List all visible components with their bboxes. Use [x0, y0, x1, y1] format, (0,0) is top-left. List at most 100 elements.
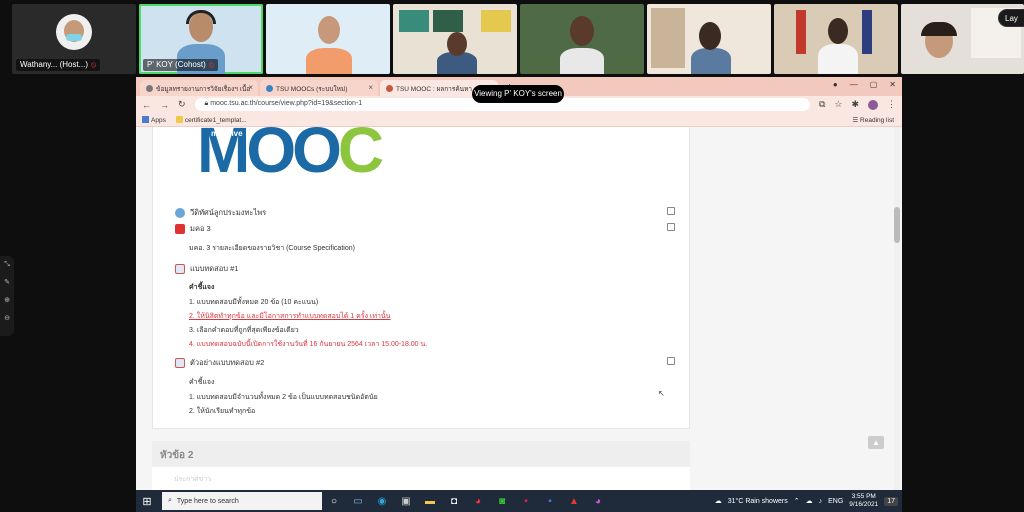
apps-grid-icon: [142, 115, 149, 123]
wall-poster: [399, 10, 429, 32]
pen-icon[interactable]: ✎: [0, 274, 14, 292]
quiz2-heading: คำชี้แจง: [189, 379, 215, 386]
activity-description: มคอ. 3 รายละเอียดของรายวิชา (Course Spec…: [189, 245, 355, 252]
participant-name: Wathany... (Host...) ⦸: [16, 59, 101, 71]
person-head: [699, 22, 721, 50]
notification-badge[interactable]: 17: [884, 496, 898, 506]
bookmark-apps[interactable]: Apps: [142, 115, 166, 124]
forward-icon[interactable]: →: [160, 100, 169, 110]
reading-list-icon: ☰: [852, 116, 861, 124]
widgets-icon[interactable]: ▭: [346, 496, 370, 507]
scroll-to-top-button[interactable]: ▲: [868, 436, 884, 449]
participant-tile[interactable]: [266, 4, 390, 74]
extensions-icon[interactable]: ✱: [851, 99, 859, 110]
volume-icon[interactable]: ♪: [819, 498, 823, 505]
translate-icon[interactable]: ⧉: [819, 99, 825, 110]
mouse-cursor-icon: ↖: [658, 389, 665, 398]
person-body: [818, 44, 858, 74]
pointer-icon[interactable]: ⤡: [0, 256, 14, 274]
participant-tile-active[interactable]: P' KOY (Cohost) ⦸: [139, 4, 263, 74]
bookmarks-bar: Apps certificate1_templat... ☰ Reading l…: [136, 113, 902, 127]
tray-arrow-icon[interactable]: ⌃: [794, 497, 800, 505]
store-icon[interactable]: ▣: [394, 496, 418, 507]
line-app-icon[interactable]: ◙: [490, 496, 514, 507]
browser-tab[interactable]: ข้อมูลทรายงานการวิจัยเรื่องฯ เนื้อ ×: [140, 80, 258, 96]
profile-avatar-icon[interactable]: [868, 99, 878, 110]
menu-icon[interactable]: ⋮: [887, 99, 896, 110]
minimize-icon[interactable]: —: [850, 80, 858, 89]
pdf-icon: [175, 224, 185, 234]
quiz-check-icon: [175, 264, 185, 274]
page-content: MOOC massive online วีดิทัศน์ลูกประมงทะไ…: [136, 127, 902, 490]
zoom-out-icon[interactable]: ⊖: [0, 310, 14, 328]
page-scrollbar[interactable]: [894, 127, 900, 490]
browser-tab[interactable]: TSU MOOCs (ระบบใหม่) ×: [260, 80, 378, 96]
completion-checkbox[interactable]: [667, 207, 675, 215]
activity-quiz-2[interactable]: ตัวอย่างแบบทดสอบ #2: [175, 357, 264, 369]
person-head: [318, 16, 340, 44]
zoom-app-icon[interactable]: ◘: [442, 496, 466, 507]
wall-poster: [433, 10, 463, 32]
participant-tile[interactable]: [647, 4, 771, 74]
search-icon: ⌕: [168, 497, 172, 504]
mic-muted-icon: ⦸: [208, 60, 214, 69]
windows-start-icon[interactable]: ⊞: [136, 495, 158, 508]
back-icon[interactable]: ←: [142, 100, 151, 110]
quiz1-item-link[interactable]: 2. ให้นิสิตทำทุกข้อ และมีโอกาสการทำแบบทด…: [189, 311, 390, 322]
participant-tile[interactable]: [393, 4, 517, 74]
maximize-icon[interactable]: ▢: [870, 80, 878, 89]
participant-tile[interactable]: [520, 4, 644, 74]
quiz1-item: 1. แบบทดสอบมีทั้งหมด 20 ข้อ (10 คะแนน): [189, 299, 319, 306]
chrome-icon[interactable]: ◕: [466, 496, 490, 507]
mic-muted-icon: ⦸: [91, 60, 97, 69]
activity-quiz-1[interactable]: แบบทดสอบ #1: [175, 263, 238, 275]
weather-icon: ☁: [714, 498, 722, 505]
file-explorer-icon[interactable]: ▬: [418, 496, 442, 507]
cloud-icon[interactable]: ☁: [806, 497, 813, 505]
close-window-icon[interactable]: ✕: [889, 80, 896, 89]
task-view-icon[interactable]: ○: [322, 496, 346, 507]
reload-icon[interactable]: ↻: [178, 99, 186, 110]
quiz-check-icon: [175, 358, 185, 368]
completion-checkbox[interactable]: [667, 357, 675, 365]
scrollbar-thumb[interactable]: [894, 207, 900, 243]
language-indicator[interactable]: ENG: [828, 498, 843, 505]
chrome-profile-icon[interactable]: ◕: [586, 496, 610, 507]
bookshelf: [651, 8, 685, 68]
person-head: [570, 16, 594, 46]
section-2-header[interactable]: หัวข้อ 2: [152, 441, 690, 467]
star-icon[interactable]: ☆: [834, 99, 842, 110]
participant-tile[interactable]: [774, 4, 898, 74]
wall-poster: [481, 10, 511, 32]
layout-button[interactable]: Lay: [998, 9, 1024, 27]
person-head: [828, 18, 848, 44]
quiz1-item: 3. เลือกคำตอบที่ถูกที่สุดเพียงข้อเดียว: [189, 327, 299, 334]
taskbar-search-input[interactable]: ⌕ Type here to search: [162, 492, 322, 510]
zoom-in-icon[interactable]: ⊕: [0, 292, 14, 310]
activity-video[interactable]: วีดิทัศน์ลูกประมงทะไพร: [175, 207, 266, 219]
close-tab-icon[interactable]: ×: [248, 83, 253, 92]
weather-text[interactable]: 31°C Rain showers: [728, 498, 788, 505]
acrobat-icon[interactable]: ▲: [562, 496, 586, 507]
participant-tile[interactable]: Wathany... (Host...) ⦸: [12, 4, 136, 74]
activity-file[interactable]: มคอ 3: [175, 223, 211, 235]
favicon-icon: [386, 85, 393, 92]
viewing-screen-pill[interactable]: Viewing P' KOY's screen: [472, 85, 564, 103]
edge-icon[interactable]: ◉: [370, 496, 394, 507]
quiz1-heading: คำชี้แจง: [189, 284, 215, 291]
person-hair: [921, 22, 957, 36]
clock[interactable]: 3:55 PM 9/16/2021: [849, 493, 878, 509]
profile-dot-icon[interactable]: ●: [833, 80, 838, 89]
headset-icon: [186, 10, 216, 24]
powerpoint-icon[interactable]: ▪: [514, 496, 538, 507]
participant-name: P' KOY (Cohost) ⦸: [143, 59, 218, 71]
quiz2-item: 2. ให้นักเรียนทำทุกข้อ: [189, 408, 256, 415]
quiz1-item-highlight: 4. แบบทดสอบฉบับนี้เปิดการใช้งานวันที่ 16…: [189, 341, 428, 348]
close-tab-icon[interactable]: ×: [368, 83, 373, 92]
person-head: [447, 32, 467, 56]
reading-list[interactable]: ☰ Reading list: [852, 116, 894, 124]
bookmark-item[interactable]: certificate1_templat...: [175, 115, 247, 124]
flag: [796, 10, 806, 54]
completion-checkbox[interactable]: [667, 223, 675, 231]
word-icon[interactable]: ▪: [538, 496, 562, 507]
